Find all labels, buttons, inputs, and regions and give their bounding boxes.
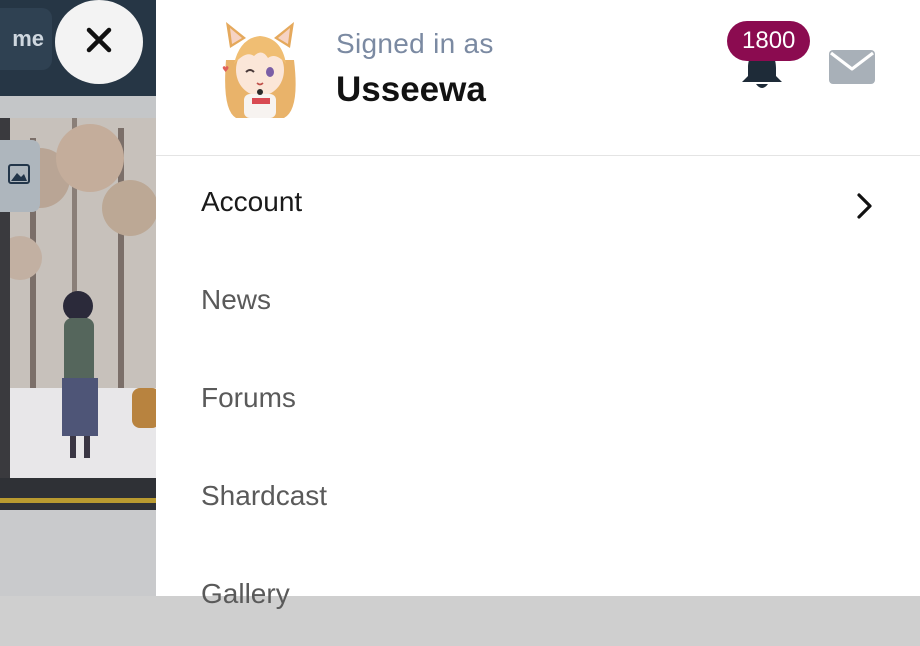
mail-icon xyxy=(829,50,875,88)
bell-icon xyxy=(738,50,786,94)
menu-item-label: Gallery xyxy=(201,578,290,609)
close-menu-button[interactable] xyxy=(55,0,143,84)
menu-item-label: News xyxy=(201,284,272,315)
username[interactable]: Usseewa xyxy=(336,70,486,110)
signed-in-label: Signed in as xyxy=(336,28,494,59)
notification-badge[interactable]: 1800 xyxy=(727,21,811,61)
messages-button[interactable] xyxy=(829,50,875,84)
menu-item-shardcast[interactable]: Shardcast xyxy=(156,450,920,548)
close-icon xyxy=(85,26,113,59)
menu-item-gallery[interactable]: Gallery xyxy=(156,548,920,646)
background-footer xyxy=(0,510,160,596)
svg-text:♥: ♥ xyxy=(222,65,229,74)
menu-item-label: Account xyxy=(201,186,303,217)
menu-item-account[interactable]: Account xyxy=(156,156,920,254)
home-button[interactable]: me xyxy=(0,8,52,70)
main-menu: Account News Forums Shardcast Gallery xyxy=(156,156,920,646)
navigation-drawer: ♥ Signed in as Usseewa 1800 Account News… xyxy=(156,0,920,609)
image-upload-button[interactable] xyxy=(0,140,40,212)
image-upload-icon xyxy=(8,163,30,189)
menu-item-label: Forums xyxy=(201,382,296,413)
chevron-right-icon xyxy=(854,192,876,220)
profile-header: ♥ Signed in as Usseewa 1800 xyxy=(156,0,920,156)
menu-item-news[interactable]: News xyxy=(156,254,920,352)
menu-item-label: Shardcast xyxy=(201,480,328,511)
avatar[interactable]: ♥ xyxy=(216,20,304,120)
menu-item-forums[interactable]: Forums xyxy=(156,352,920,450)
